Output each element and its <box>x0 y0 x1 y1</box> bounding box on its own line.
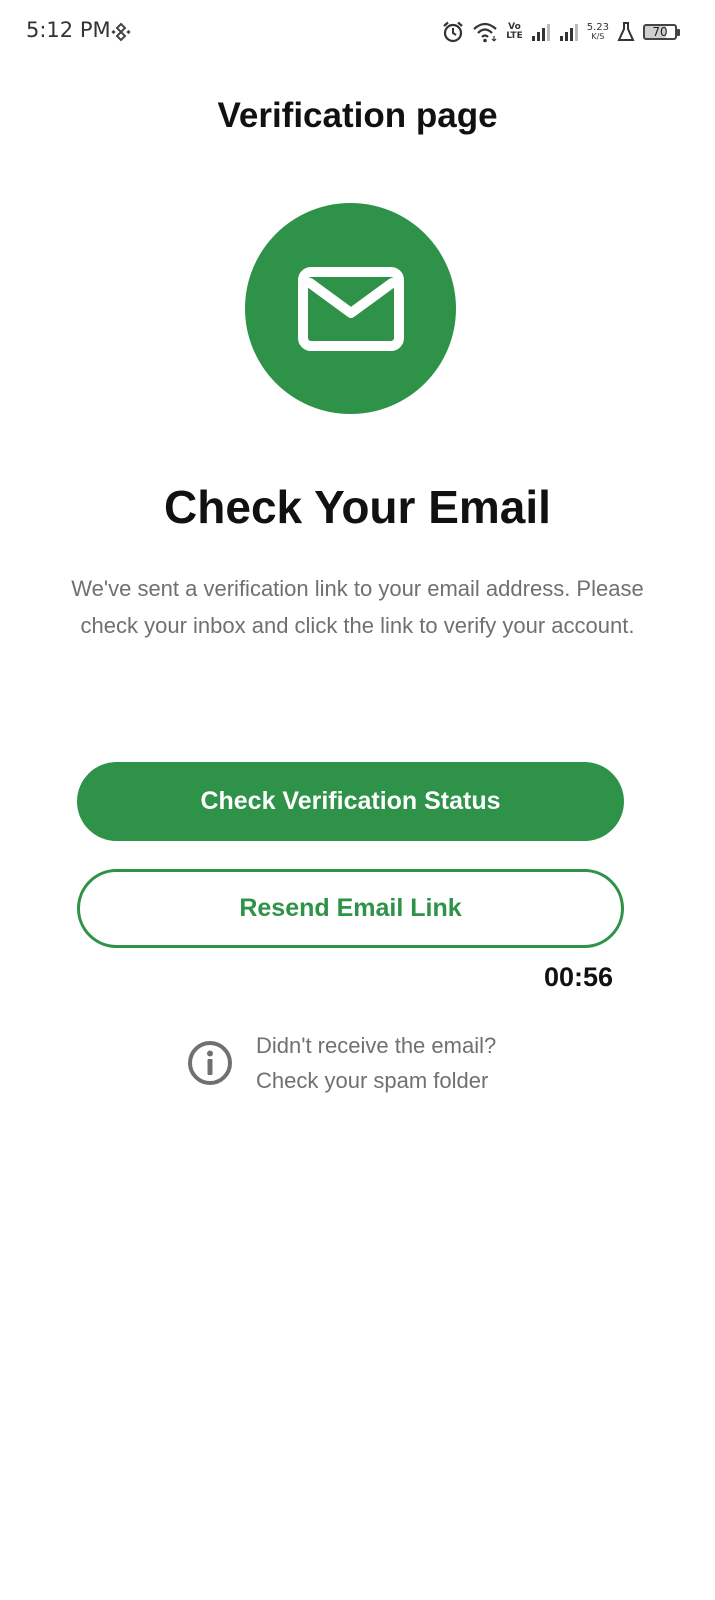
email-icon-circle <box>245 203 456 414</box>
signal-icon <box>531 24 550 41</box>
wifi-icon <box>473 22 497 43</box>
status-icons: Vo LTE 5.23 K/S 70 <box>442 18 680 46</box>
status-bar: 5:12 PM Vo LTE 5.23 K/S 70 <box>0 0 715 64</box>
battery-level: 70 <box>652 25 668 39</box>
spam-hint-text: Didn't receive the email? Check your spa… <box>256 1028 496 1098</box>
lab-flask-icon <box>617 22 635 41</box>
signal-icon <box>559 24 578 41</box>
resend-email-link-button[interactable]: Resend Email Link <box>77 869 624 948</box>
battery-icon: 70 <box>643 24 680 40</box>
check-verification-status-button[interactable]: Check Verification Status <box>77 762 624 841</box>
volte-label-bottom: LTE <box>506 31 523 41</box>
spam-hint-line-1: Didn't receive the email? <box>256 1033 497 1058</box>
email-icon <box>297 266 404 351</box>
alarm-icon <box>443 21 463 43</box>
binance-icon <box>111 22 131 42</box>
page-title: Verification page <box>217 96 498 135</box>
resend-countdown-timer: 00:56 <box>543 962 613 992</box>
status-time: 5:12 PM <box>26 18 111 42</box>
info-icon <box>188 1041 232 1085</box>
spam-hint-line-2: Check your spam folder <box>256 1068 489 1093</box>
verification-description: We've sent a verification link to your e… <box>71 576 644 638</box>
check-email-heading: Check Your Email <box>164 481 551 533</box>
speed-unit: K/S <box>591 32 605 41</box>
network-speed: 5.23 K/S <box>587 23 609 41</box>
spam-hint: Didn't receive the email? Check your spa… <box>186 1028 496 1098</box>
volte-indicator: Vo LTE <box>506 23 523 41</box>
